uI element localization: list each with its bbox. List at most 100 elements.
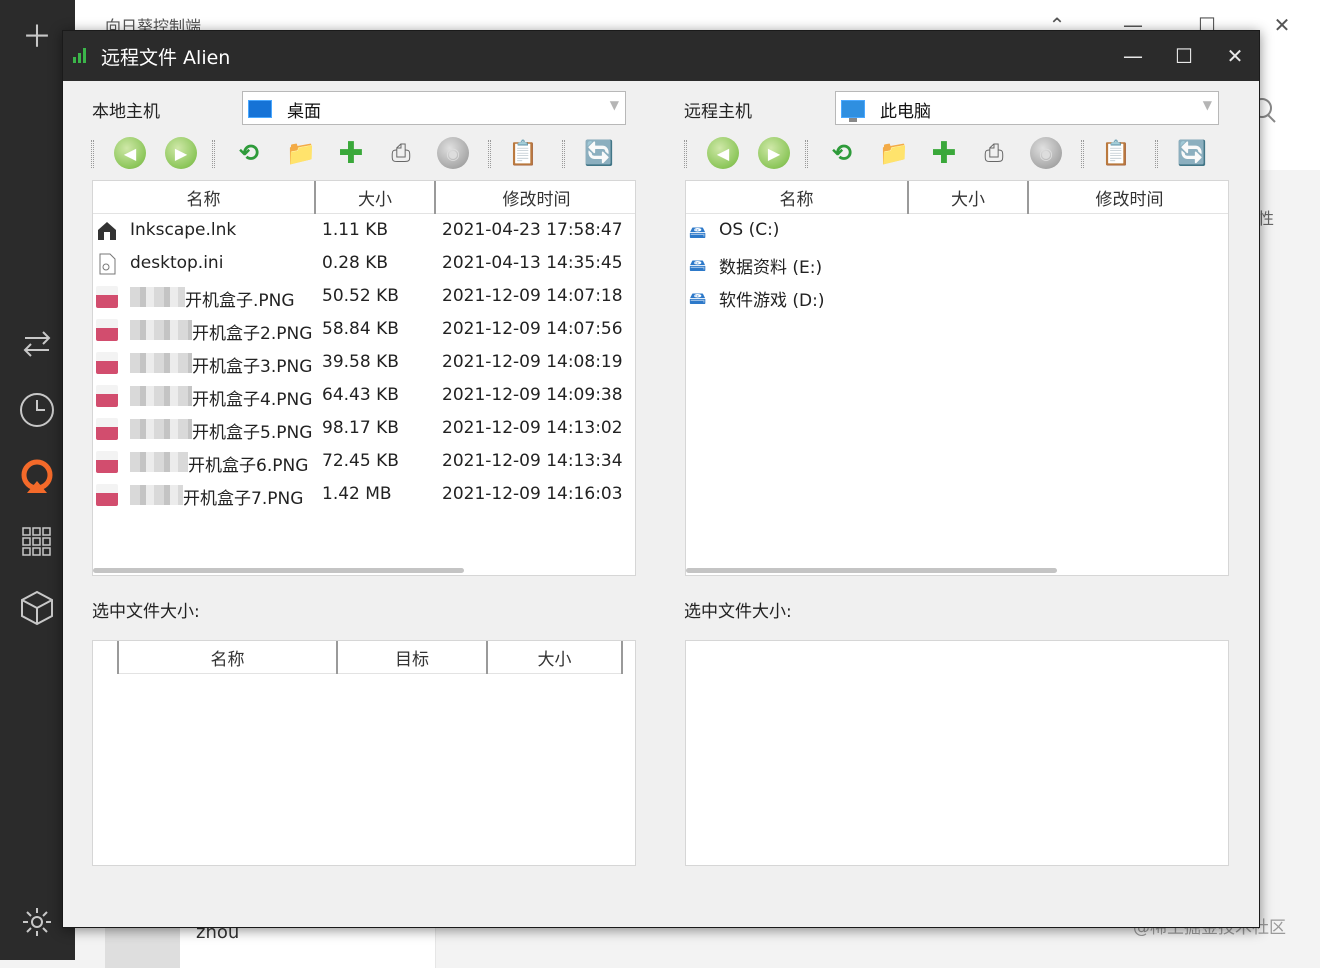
forward-icon[interactable]: ▶ (755, 134, 793, 172)
signal-icon (73, 47, 91, 63)
transfer-icon[interactable] (17, 324, 57, 364)
chevron-down-icon: ▼ (1202, 98, 1212, 112)
up-folder-icon[interactable]: 📁 (875, 134, 913, 172)
column-header-size[interactable]: 大小 (909, 181, 1027, 214)
drive-name: 软件游戏 (D:) (719, 291, 825, 311)
apps-icon[interactable] (17, 522, 57, 562)
new-folder-icon[interactable]: ✚ (332, 134, 370, 172)
drive-icon: 🖴 (689, 256, 707, 276)
drive-icon: 🖴 (689, 223, 707, 243)
forward-icon[interactable]: ▶ (162, 134, 200, 172)
png-file-icon (96, 286, 118, 308)
queue-header-name[interactable]: 名称 (119, 641, 336, 674)
close-icon[interactable]: ✕ (1262, 8, 1302, 42)
file-modified: 2021-12-09 14:13:34 (442, 451, 623, 471)
disk-icon[interactable]: ◉ (434, 134, 472, 172)
png-file-icon (96, 319, 118, 341)
up-folder-icon[interactable]: 📁 (282, 134, 320, 172)
file-name: desktop.ini (130, 253, 224, 273)
drive-name: OS (C:) (719, 220, 780, 240)
file-size: 72.45 KB (322, 451, 399, 471)
png-file-icon (96, 385, 118, 407)
print-icon[interactable]: ⎙ (975, 134, 1013, 172)
file-size: 58.84 KB (322, 319, 399, 339)
drive-row[interactable]: 🖴 软件游戏 (D:) (686, 280, 1228, 313)
print-icon[interactable]: ⎙ (382, 134, 420, 172)
sunflower-logo-icon[interactable] (17, 457, 57, 497)
settings-icon[interactable] (17, 902, 57, 942)
local-host-label: 本地主机 (92, 102, 160, 122)
file-row[interactable]: 开机盒子6.PNG 72.45 KB 2021-12-09 14:13:34 (93, 445, 635, 478)
file-modified: 2021-04-23 17:58:47 (442, 220, 623, 240)
file-row[interactable]: 开机盒子7.PNG 1.42 MB 2021-12-09 14:16:03 (93, 478, 635, 511)
file-name: 开机盒子7.PNG (183, 489, 304, 509)
column-header-size[interactable]: 大小 (316, 181, 434, 214)
column-header-name[interactable]: 名称 (686, 181, 907, 214)
file-modified: 2021-12-09 14:07:56 (442, 319, 623, 339)
horizontal-scrollbar[interactable] (686, 568, 1057, 573)
dialog-title: 远程文件 Alien (101, 47, 231, 69)
transfer-queue-list[interactable]: 名称 目标 大小 (92, 640, 636, 866)
file-row[interactable]: 开机盒子3.PNG 39.58 KB 2021-12-09 14:08:19 (93, 346, 635, 379)
new-folder-icon[interactable]: ✚ (925, 134, 963, 172)
column-header-modified[interactable]: 修改时间 (1029, 181, 1228, 214)
cube-icon[interactable] (17, 588, 57, 628)
refresh-icon[interactable]: ⟲ (230, 134, 268, 172)
remote-location-dropdown[interactable]: 此电脑 ▼ (835, 91, 1219, 125)
disk-icon[interactable]: ◉ (1027, 134, 1065, 172)
file-row[interactable]: Inkscape.lnk 1.11 KB 2021-04-23 17:58:47 (93, 214, 635, 247)
queue-header-target[interactable]: 目标 (338, 641, 486, 674)
file-name: 开机盒子5.PNG (192, 423, 313, 443)
png-file-icon (96, 484, 118, 506)
file-modified: 2021-12-09 14:16:03 (442, 484, 623, 504)
dialog-maximize-button[interactable]: ☐ (1159, 31, 1209, 81)
local-location-dropdown[interactable]: 桌面 ▼ (242, 91, 626, 125)
plus-icon[interactable]: ＋ (17, 14, 57, 55)
file-row[interactable]: 开机盒子4.PNG 64.43 KB 2021-12-09 14:09:38 (93, 379, 635, 412)
shortcut-icon (96, 220, 118, 242)
device-thumbnail (105, 928, 180, 968)
png-file-icon (96, 451, 118, 473)
dialog-titlebar[interactable]: 远程文件 Alien — ☐ ✕ (63, 31, 1259, 81)
file-row[interactable]: desktop.ini 0.28 KB 2021-04-13 14:35:45 (93, 247, 635, 280)
local-toolbar: ◀ ▶ ⟲ 📁 ✚ ⎙ ◉ 📋 🔄 (91, 134, 631, 174)
local-selected-size-label: 选中文件大小: (92, 602, 200, 622)
file-name: 开机盒子6.PNG (188, 456, 309, 476)
queue-header-size[interactable]: 大小 (488, 641, 621, 674)
dialog-close-button[interactable]: ✕ (1210, 31, 1260, 81)
file-modified: 2021-12-09 14:08:19 (442, 352, 623, 372)
drive-row[interactable]: 🖴 数据资料 (E:) (686, 247, 1228, 280)
clock-icon[interactable] (17, 390, 57, 430)
file-size: 39.58 KB (322, 352, 399, 372)
horizontal-scrollbar[interactable] (93, 568, 464, 573)
paste-icon[interactable]: 📋 (504, 134, 542, 172)
transfer-file-icon[interactable]: 🔄 (1173, 134, 1211, 172)
file-size: 98.17 KB (322, 418, 399, 438)
refresh-icon[interactable]: ⟲ (823, 134, 861, 172)
local-file-list[interactable]: 名称 大小 修改时间 Inkscape.lnk 1.11 KB 2021-04-… (92, 180, 636, 576)
remote-location-value: 此电脑 (880, 102, 931, 122)
paste-icon[interactable]: 📋 (1097, 134, 1135, 172)
remote-host-label: 远程主机 (684, 102, 752, 122)
file-row[interactable]: 开机盒子.PNG 50.52 KB 2021-12-09 14:07:18 (93, 280, 635, 313)
drive-row[interactable]: 🖴 OS (C:) (686, 214, 1228, 247)
transfer-file-icon[interactable]: 🔄 (580, 134, 618, 172)
file-row[interactable]: 开机盒子5.PNG 98.17 KB 2021-12-09 14:13:02 (93, 412, 635, 445)
remote-file-list[interactable]: 名称 大小 修改时间 🖴 OS (C:) 🖴 数据资料 (E:) 🖴 软件游戏 … (685, 180, 1229, 576)
column-header-name[interactable]: 名称 (93, 181, 314, 214)
local-location-value: 桌面 (287, 102, 321, 122)
back-icon[interactable]: ◀ (111, 134, 149, 172)
file-size: 1.11 KB (322, 220, 389, 240)
file-row[interactable]: 开机盒子2.PNG 58.84 KB 2021-12-09 14:07:56 (93, 313, 635, 346)
back-icon[interactable]: ◀ (704, 134, 742, 172)
file-name: 开机盒子3.PNG (192, 357, 313, 377)
file-name: 开机盒子2.PNG (192, 324, 313, 344)
desktop-icon (248, 100, 272, 118)
background-side-text: 性 (1258, 209, 1275, 228)
dialog-minimize-button[interactable]: — (1108, 31, 1158, 81)
file-name: Inkscape.lnk (130, 220, 237, 240)
file-modified: 2021-12-09 14:13:02 (442, 418, 623, 438)
column-header-modified[interactable]: 修改时间 (436, 181, 635, 214)
chevron-down-icon: ▼ (609, 98, 619, 112)
ini-file-icon (96, 253, 118, 275)
